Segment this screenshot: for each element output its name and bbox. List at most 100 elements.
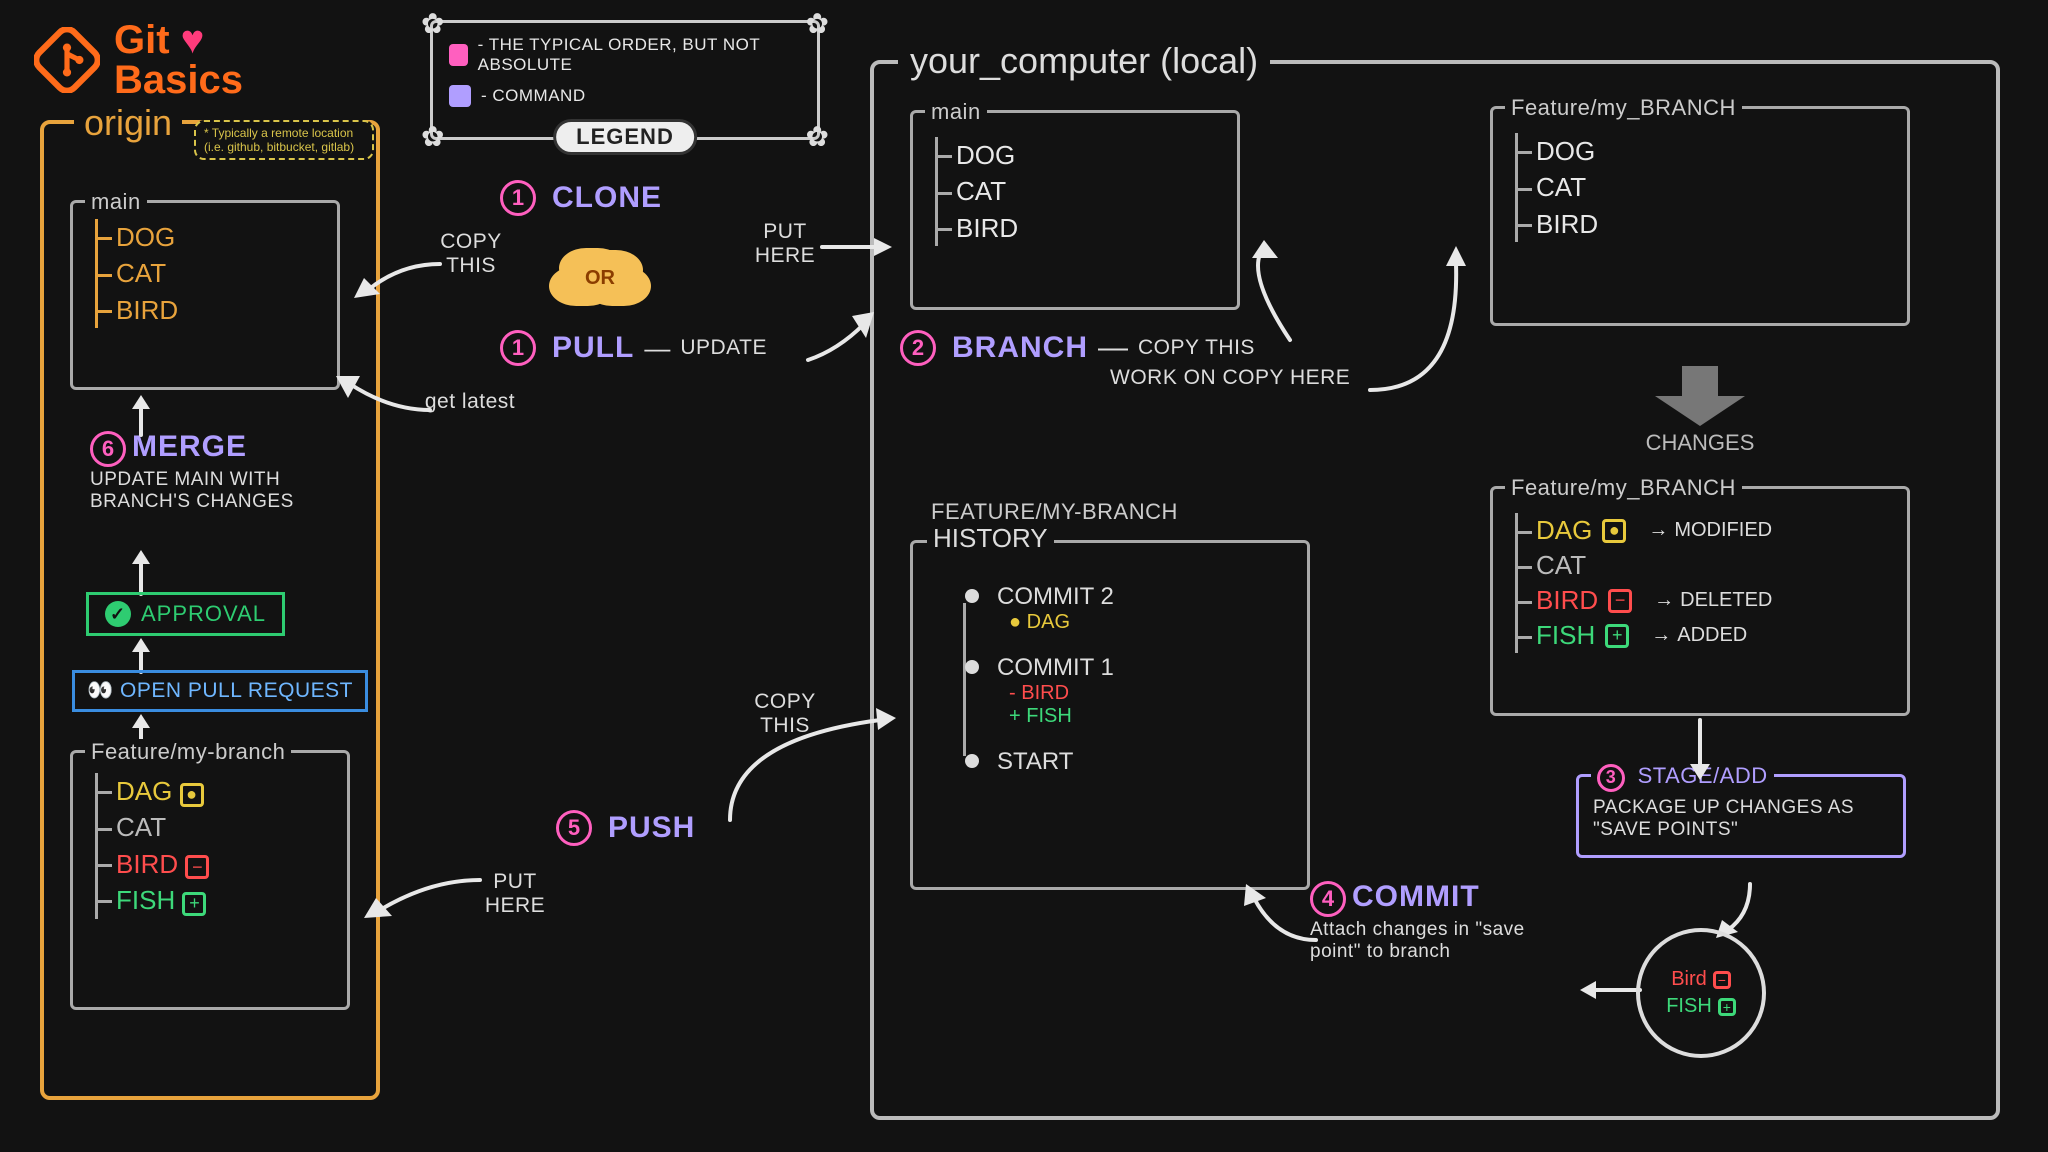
status-deleted: DELETED (1648, 589, 1772, 612)
file-item: BIRD (935, 210, 1223, 246)
swatch-pink (449, 44, 468, 66)
arrow-changes-to-stage (1680, 720, 1720, 780)
origin-branch-box: Feature/my-branch DAG ● CAT BIRD − FISH … (70, 750, 350, 1010)
savepoint-circle: Bird− FISH+ (1636, 928, 1766, 1058)
merge-desc: UPDATE MAIN WITH BRANCH'S CHANGES (90, 469, 350, 513)
flourish-icon: ✿ (806, 120, 829, 153)
file-item: BIRD (1515, 206, 1893, 242)
local-feature-title: Feature/my_BRANCH (1505, 95, 1742, 121)
push-command: PUSH (608, 811, 695, 845)
file-item-modified: DAG ● (95, 773, 333, 809)
origin-label: origin (74, 102, 182, 144)
pull-update: UPDATE (680, 336, 767, 360)
file-item-deleted: BIRD − (95, 846, 333, 882)
commit-change: + FISH (997, 705, 1293, 728)
file-item: CAT (95, 809, 333, 845)
file-item: CAT (935, 173, 1223, 209)
local-feature-box: Feature/my_BRANCH DOG CAT BIRD (1490, 106, 1910, 326)
changes-arrow: CHANGES (1640, 360, 1760, 456)
stage-step: 3 STAGE/ADD PACKAGE UP CHANGES AS "SAVE … (1576, 774, 1906, 858)
local-label: your_computer (local) (898, 40, 1270, 82)
local-main-box: main DOG CAT BIRD (910, 110, 1240, 310)
history-box: FEATURE/MY-BRANCH HISTORY COMMIT 2 ● DAG… (910, 540, 1310, 890)
arrow-down-icon (1655, 366, 1745, 426)
legend-row-command: - COMMAND (449, 85, 801, 107)
arrow-pull-right (808, 310, 888, 370)
added-icon: + (1718, 998, 1736, 1016)
title-line2: Basics (114, 60, 243, 100)
history-rail (963, 603, 966, 756)
flourish-icon: ✿ (421, 7, 444, 40)
clone-step: 1CLONE (500, 180, 662, 216)
arrow-clone-left (350, 254, 440, 304)
history-start: START (967, 748, 1293, 776)
arrow-push-from-history (720, 700, 900, 830)
modified-icon: ● (1602, 519, 1626, 543)
arrow-clone-right (822, 232, 892, 262)
arrow-push-to-origin (360, 870, 480, 930)
status-added: ADDED (1645, 624, 1747, 647)
deleted-icon: − (185, 855, 209, 879)
arrow-merge-to-main (126, 395, 156, 435)
legend-panel: ✿ ✿ ✿ ✿ - THE TYPICAL ORDER, BUT NOT ABS… (430, 20, 820, 140)
arrow-commit-to-history (1236, 880, 1326, 960)
origin-main-box: main DOG CAT BIRD (70, 200, 340, 390)
page-title: Git ♥ Basics (34, 20, 243, 100)
file-item: DOG (935, 137, 1223, 173)
file-item-deleted: BIRD − DELETED (1515, 583, 1893, 618)
push-put-here: PUT HERE (470, 870, 560, 918)
commit-dot-icon (965, 589, 979, 603)
savepoint-item: FISH+ (1666, 995, 1736, 1018)
legend-text-command: - COMMAND (481, 86, 586, 106)
pull-command: PULL (552, 331, 634, 365)
step-number-1: 1 (500, 180, 536, 216)
arrow-approval-to-merge (126, 550, 156, 594)
commit-desc: Attach changes in "save point" to branch (1310, 919, 1550, 963)
branch-command: BRANCH (952, 331, 1088, 365)
commit-command: COMMIT (1352, 880, 1480, 913)
history-commit: COMMIT 2 ● DAG (967, 583, 1293, 634)
origin-note: * Typically a remote location (i.e. gith… (194, 120, 374, 160)
local-main-title: main (925, 99, 987, 125)
file-item: CAT (95, 255, 323, 291)
commit-dot-icon (965, 660, 979, 674)
eyes-icon: 👀 (87, 679, 114, 702)
commit-change: ● DAG (997, 611, 1293, 634)
savepoint-item: Bird− (1671, 968, 1731, 991)
commit-dot-icon (965, 754, 979, 768)
file-item: DOG (1515, 133, 1893, 169)
flourish-icon: ✿ (421, 120, 444, 153)
modified-icon: ● (180, 783, 204, 807)
clone-put-here: PUT HERE (740, 220, 830, 268)
origin-main-title: main (85, 189, 147, 215)
push-step: 5 PUSH (556, 810, 695, 846)
file-item: DOG (95, 219, 323, 255)
local-changes-box: Feature/my_BRANCH DAG ● MODIFIED CAT BIR… (1490, 486, 1910, 716)
history-commit: COMMIT 1 - BIRD + FISH (967, 654, 1293, 728)
file-item: BIRD (95, 292, 323, 328)
added-icon: + (1605, 624, 1629, 648)
step-number-6: 6 (90, 431, 126, 467)
deleted-icon: − (1713, 971, 1731, 989)
file-item: CAT (1515, 169, 1893, 205)
branch-copy-this: COPY THIS (1138, 336, 1255, 360)
step-number-5: 5 (556, 810, 592, 846)
file-item-added: FISH + (95, 882, 333, 918)
check-icon: ✓ (105, 601, 131, 627)
flourish-icon: ✿ (806, 7, 829, 40)
changes-label: CHANGES (1640, 430, 1760, 456)
merge-step: 6MERGE UPDATE MAIN WITH BRANCH'S CHANGES (90, 430, 350, 513)
pull-request-badge: 👀 OPEN PULL REQUEST (72, 670, 368, 712)
origin-branch-title: Feature/my-branch (85, 739, 291, 765)
heart-icon: ♥ (181, 18, 205, 62)
approval-badge: ✓ APPROVAL (86, 592, 285, 636)
file-item-modified: DAG ● MODIFIED (1515, 513, 1893, 548)
added-icon: + (182, 892, 206, 916)
stage-desc: PACKAGE UP CHANGES AS "SAVE POINTS" (1593, 797, 1889, 841)
local-changes-title: Feature/my_BRANCH (1505, 475, 1742, 501)
legend-badge: LEGEND (553, 119, 697, 155)
swatch-purple (449, 85, 471, 107)
file-item-added: FISH + ADDED (1515, 618, 1893, 653)
step-number-1-pull: 1 (500, 330, 536, 366)
approval-text: APPROVAL (141, 601, 266, 627)
